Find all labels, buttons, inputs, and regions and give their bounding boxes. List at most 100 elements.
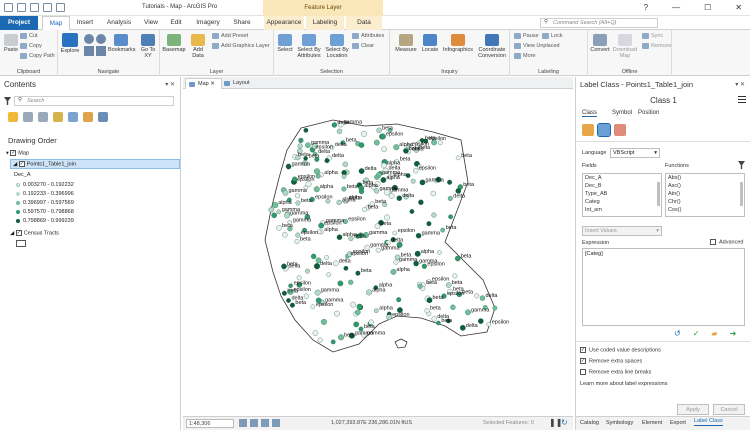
attributes-button[interactable]: Attributes [352,33,384,39]
function-item[interactable]: Atn() [666,190,744,198]
map-point[interactable] [403,148,409,154]
go-to-xy-button[interactable]: Go To XY [138,34,158,59]
remove-extra-spaces-checkbox[interactable]: ✓ [580,358,586,364]
map-point[interactable] [324,255,330,260]
map-point[interactable] [318,222,325,229]
advanced-checkbox-box[interactable] [710,239,716,245]
map-point[interactable] [390,269,397,275]
language-select[interactable]: VBScript ▾ [610,148,660,158]
tab-element[interactable]: Element [642,420,662,426]
map-point[interactable] [343,265,349,271]
grid-icon[interactable] [239,419,247,427]
cancel-button[interactable]: Cancel [713,404,745,415]
tab-appearance[interactable]: Appearance [264,16,304,30]
tab-map[interactable]: Map [42,16,70,30]
maximize-button[interactable]: ☐ [704,3,711,12]
map-point[interactable] [312,330,319,336]
map-point[interactable] [295,200,301,206]
redo-icon[interactable] [56,3,65,12]
map-point[interactable] [271,212,277,219]
function-item[interactable]: Cos() [666,206,744,214]
function-item[interactable]: Chr() [666,198,744,206]
map-node[interactable]: ▾ ✓ Map [6,150,29,156]
map-point[interactable] [386,314,392,320]
next-extent-icon[interactable] [96,46,106,56]
map-point[interactable] [317,337,323,343]
functions-filter-icon[interactable] [738,161,745,169]
help-button[interactable]: ? [644,3,648,12]
map-point[interactable] [313,186,320,193]
map-point[interactable] [315,173,321,179]
map-point[interactable] [341,174,347,179]
tab-labeling[interactable]: Labeling [306,16,344,30]
command-search-input[interactable]: Command Search (Alt+Q) [540,18,658,28]
map-point[interactable] [379,133,386,140]
view-unplaced-button[interactable]: View Unplaced [514,43,560,49]
map-point[interactable] [437,250,442,255]
map-point[interactable] [445,282,452,288]
map-point[interactable] [452,273,458,279]
add-preset-button[interactable]: Add Preset [212,33,248,39]
map-scale-input[interactable]: 1:48,306 [186,419,234,428]
fields-list[interactable]: Dec_A Dec_B Type_AB Categ Int_am [582,173,662,217]
map-point[interactable] [297,143,303,149]
map-point[interactable] [430,190,436,197]
map-point[interactable] [455,155,461,161]
refresh-icon[interactable]: ↻ [561,418,568,427]
tab-data[interactable]: Data [346,16,382,30]
field-item[interactable]: Dec_B [583,182,661,190]
field-item[interactable]: Type_AB [583,190,661,198]
function-item[interactable]: Abs() [666,174,744,182]
undo-icon[interactable] [43,3,52,12]
field-item[interactable]: Categ [583,198,661,206]
tab-imagery[interactable]: Imagery [192,16,224,30]
tab-export[interactable]: Export [670,420,686,426]
verify-icon[interactable]: ✓ [693,329,700,338]
add-data-button[interactable]: Add Data [188,34,208,59]
map-point[interactable] [388,193,395,199]
map-point[interactable] [356,303,363,310]
map-point[interactable] [440,227,446,233]
map-point[interactable] [268,207,275,213]
cut-button[interactable]: Cut [20,33,38,39]
apply-arrow-icon[interactable]: ➜ [730,329,737,338]
layer-visibility-checkbox[interactable]: ✓ [18,161,25,167]
map-point[interactable] [381,162,387,169]
sound-icon[interactable] [272,419,280,427]
map-point[interactable] [479,295,486,301]
map-point[interactable] [418,199,424,205]
open-icon[interactable] [17,3,26,12]
map-point[interactable] [320,318,327,325]
tab-class[interactable]: Class [582,110,598,117]
map-point[interactable] [358,168,365,174]
list-by-source-icon[interactable] [23,112,33,122]
map-point[interactable] [362,207,368,213]
map-point[interactable] [396,297,402,303]
map-point[interactable] [334,310,340,317]
layer-points1-table1-join[interactable]: ◢ ✓ Points1_Table1_join [10,159,180,170]
map-point[interactable] [413,168,419,174]
convert-button[interactable]: Convert [590,34,610,53]
field-item[interactable]: Int_am [583,206,661,214]
layer-census-tracts[interactable]: ◢ ✓ Census Tracts [10,230,59,236]
map-point[interactable] [426,221,432,227]
label-class-general-icon[interactable] [582,124,594,136]
map-point[interactable] [465,309,471,316]
locate-button[interactable]: Locate [420,34,440,53]
map-point[interactable] [376,127,382,133]
map-point[interactable] [410,178,416,184]
map-point[interactable] [353,321,360,328]
select-button[interactable]: Select [276,34,294,53]
map-point[interactable] [409,209,415,214]
zoom-in-icon[interactable] [84,34,94,44]
tab-symbology[interactable]: Symbology [606,420,633,426]
map-point[interactable] [305,142,311,148]
use-coded-value-checkbox[interactable]: ✓ [580,347,586,353]
clear-selection-button[interactable]: Clear [352,43,374,49]
tab-share[interactable]: Share [230,16,254,30]
map-visibility-checkbox[interactable]: ✓ [10,150,17,156]
map-point[interactable] [296,275,302,281]
tab-label-class[interactable]: Label Class [694,418,723,426]
map-point[interactable] [393,259,399,265]
map-point[interactable] [361,130,367,137]
